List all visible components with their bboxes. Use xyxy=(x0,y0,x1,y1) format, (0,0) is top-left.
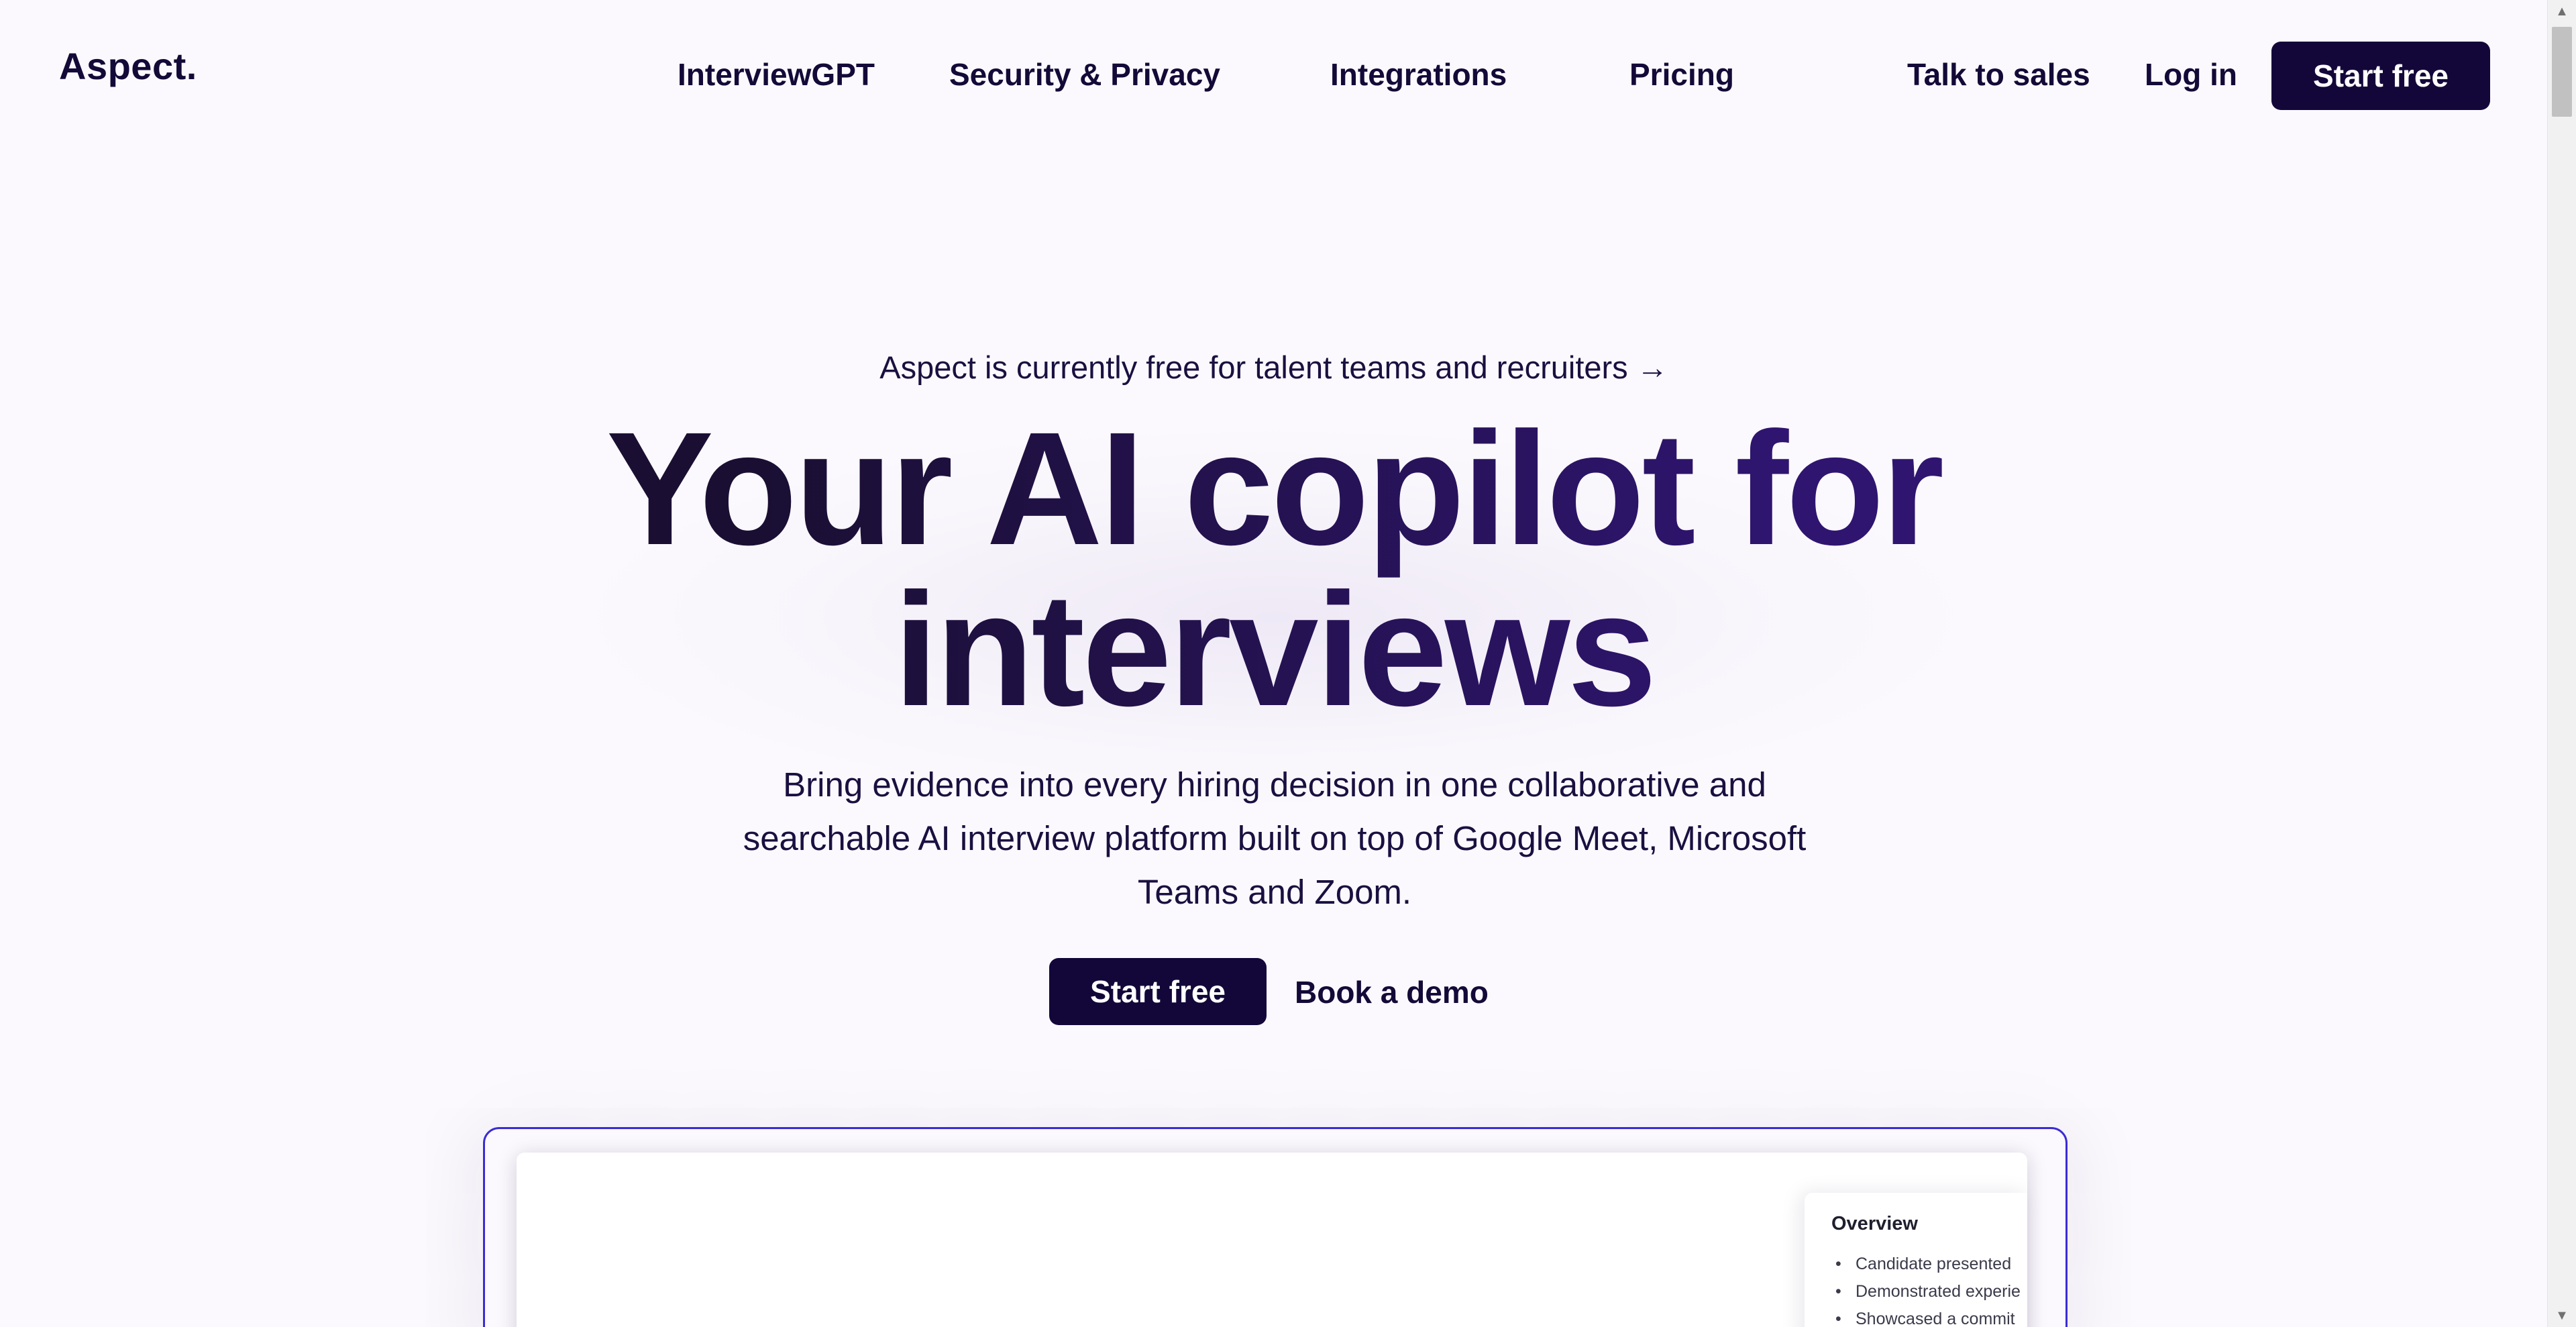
overview-panel: Overview Candidate presented Demonstrate… xyxy=(1805,1193,2027,1327)
scroll-up-icon[interactable]: ▲ xyxy=(2548,0,2576,23)
nav-interviewgpt[interactable]: InterviewGPT xyxy=(678,56,875,93)
page: Aspect. InterviewGPT Security & Privacy … xyxy=(0,0,2548,1327)
talk-to-sales-link[interactable]: Talk to sales xyxy=(1907,56,2090,93)
headline-line-1: Your AI copilot for xyxy=(606,399,1942,578)
overview-bullet: Demonstrated experie xyxy=(1831,1278,2027,1306)
book-demo-link[interactable]: Book a demo xyxy=(1295,974,1489,1010)
scrollbar-thumb[interactable] xyxy=(2552,27,2572,117)
hero-headline: Your AI copilot for interviews xyxy=(0,408,2548,730)
nav-security-privacy[interactable]: Security & Privacy xyxy=(949,56,1220,93)
announcement-link[interactable]: Aspect is currently free for talent team… xyxy=(0,349,2548,386)
overview-list: Candidate presented Demonstrated experie… xyxy=(1831,1251,2027,1327)
logo[interactable]: Aspect. xyxy=(59,44,197,88)
overview-bullet: Showcased a commit xyxy=(1831,1306,2027,1327)
overview-bullet: Candidate presented xyxy=(1831,1251,2027,1278)
scroll-down-icon[interactable]: ▼ xyxy=(2548,1304,2576,1327)
hero-subheadline: Bring evidence into every hiring decisio… xyxy=(743,765,1807,911)
hero-start-free-button[interactable]: Start free xyxy=(1049,958,1267,1025)
vertical-scrollbar[interactable]: ▲ ▼ xyxy=(2547,0,2576,1327)
nav-integrations[interactable]: Integrations xyxy=(1330,56,1507,93)
product-preview-card xyxy=(517,1153,2027,1327)
header-start-free-button[interactable]: Start free xyxy=(2271,42,2490,110)
headline-line-2: interviews xyxy=(894,560,1654,739)
overview-title: Overview xyxy=(1831,1213,1918,1234)
log-in-link[interactable]: Log in xyxy=(2145,56,2237,93)
nav-pricing[interactable]: Pricing xyxy=(1629,56,1734,93)
